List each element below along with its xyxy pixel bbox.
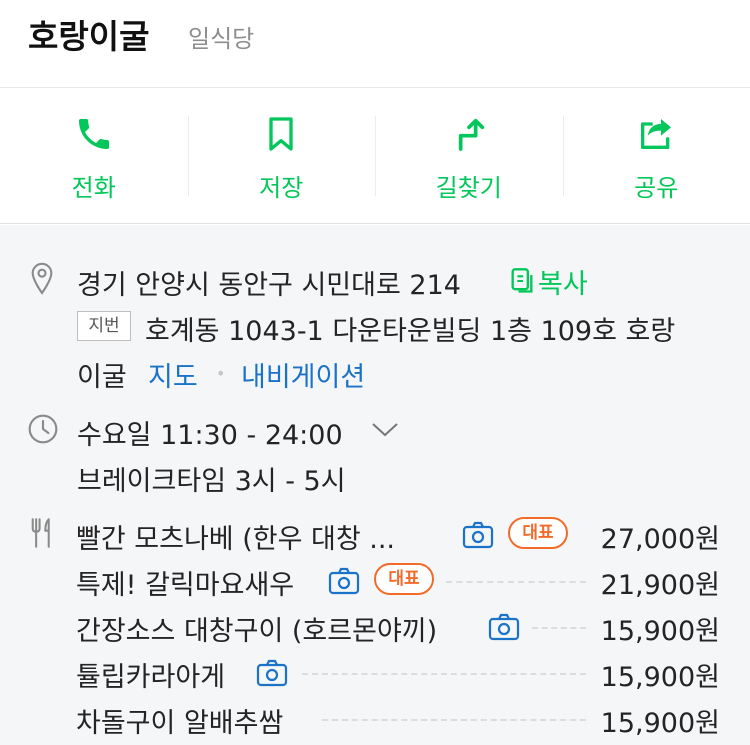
menu-item-price: 15,900원 (600, 708, 720, 739)
clock-icon (28, 414, 58, 444)
menu-item[interactable]: 튤립카라아게 15,900원 (76, 649, 720, 693)
menu-item-name: 특제! 갈릭마요새우 (76, 570, 295, 601)
menu-item-price: 15,900원 (600, 616, 720, 647)
call-button[interactable]: 전화 (0, 88, 188, 223)
call-label: 전화 (71, 174, 116, 202)
separator-dot: • (216, 364, 226, 383)
camera-icon[interactable] (328, 567, 360, 595)
directions-button[interactable]: 길찾기 (375, 88, 563, 223)
price-leader (322, 719, 586, 721)
share-button[interactable]: 공유 (562, 88, 750, 223)
today-hours: 수요일 11:30 - 24:00 (77, 420, 343, 451)
menu-item[interactable]: 빨간 모츠나베 (한우 대창 ... 대표 27,000원 (76, 511, 720, 555)
menu-item[interactable]: 특제! 갈릭마요새우 대표 21,900원 (76, 557, 720, 601)
place-category: 일식당 (188, 25, 255, 53)
price-leader (446, 581, 586, 583)
menu-item-price: 15,900원 (600, 662, 720, 693)
phone-icon (78, 119, 109, 149)
menu-item-name: 빨간 모츠나베 (한우 대창 ... (76, 524, 396, 555)
place-details: 경기 안양시 동안구 시민대로 214 복사 지번 호계동 1043-1 다운타… (0, 225, 750, 745)
save-label: 저장 (259, 174, 304, 202)
break-time: 브레이크타임 3시 - 5시 (77, 466, 346, 497)
menu-item[interactable]: 간장소스 대창구이 (호르몬야끼) 15,900원 (76, 603, 720, 647)
directions-icon (458, 118, 484, 151)
menu-item-price: 21,900원 (600, 570, 720, 601)
camera-icon[interactable] (488, 613, 520, 641)
price-leader (302, 673, 586, 675)
place-header: 호랑이굴 일식당 (0, 0, 750, 88)
map-link[interactable]: 지도 (148, 355, 198, 394)
directions-label: 길찾기 (435, 174, 502, 202)
action-bar: 전화 저장 길찾기 공유 (0, 88, 750, 224)
navigation-link[interactable]: 내비게이션 (241, 355, 365, 394)
menu-item-price: 27,000원 (600, 524, 720, 555)
place-name: 호랑이굴 (28, 17, 150, 56)
share-label: 공유 (634, 174, 679, 202)
signature-badge: 대표 (508, 517, 568, 549)
lot-address-line1: 호계동 1043-1 다운타운빌딩 1층 109호 호랑 (145, 316, 676, 347)
utensils-icon (31, 518, 50, 548)
signature-badge: 대표 (374, 563, 434, 595)
camera-icon[interactable] (462, 521, 494, 549)
lot-address-line2: 이굴 (77, 362, 127, 393)
road-address: 경기 안양시 동안구 시민대로 214 (77, 270, 461, 301)
menu-item-name: 차돌구이 알배추쌈 (76, 708, 284, 739)
menu-item-name: 간장소스 대창구이 (호르몬야끼) (76, 616, 438, 647)
share-icon (641, 119, 672, 149)
menu-item-name: 튤립카라아게 (76, 662, 226, 693)
location-pin-icon (31, 262, 53, 295)
lot-number-badge: 지번 (77, 311, 131, 341)
camera-icon[interactable] (256, 659, 288, 687)
price-leader (532, 627, 586, 629)
copy-label: 복사 (538, 268, 588, 300)
save-button[interactable]: 저장 (187, 88, 376, 223)
copy-address-button[interactable]: 복사 (510, 263, 588, 300)
bookmark-icon (269, 117, 293, 151)
copy-icon (511, 268, 533, 293)
chevron-down-icon[interactable] (370, 419, 400, 439)
menu-item[interactable]: 차돌구이 알배추쌈 15,900원 (76, 695, 720, 739)
